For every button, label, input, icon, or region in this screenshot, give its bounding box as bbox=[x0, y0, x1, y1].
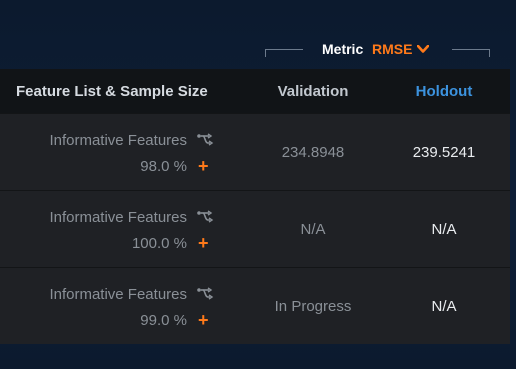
sample-size: 100.0 % bbox=[131, 235, 187, 252]
table-row[interactable]: Informative Features 98.0 % + 234.8948 2… bbox=[0, 113, 510, 190]
metric-selector-bar: Metric RMSE bbox=[265, 36, 490, 60]
table-row[interactable]: Informative Features 99.0 % + In Progres… bbox=[0, 267, 510, 344]
validation-score: 234.8948 bbox=[281, 143, 345, 161]
validation-score: In Progress bbox=[274, 297, 352, 315]
feature-cell: Informative Features 99.0 % + bbox=[0, 268, 248, 344]
metric-label: Metric bbox=[322, 41, 364, 57]
metric-bracket-right bbox=[489, 49, 490, 57]
branch-icon bbox=[197, 287, 214, 300]
feature-list-name: Informative Features bbox=[49, 132, 187, 149]
header-validation[interactable]: Validation bbox=[248, 83, 378, 100]
feature-list-name: Informative Features bbox=[49, 209, 187, 226]
metric-value[interactable]: RMSE bbox=[372, 41, 412, 57]
metric-divider-right bbox=[452, 49, 490, 50]
table-header: Feature List & Sample Size Validation Ho… bbox=[0, 69, 510, 113]
holdout-score: N/A bbox=[431, 297, 457, 315]
sample-size: 99.0 % bbox=[140, 312, 187, 329]
header-feature-list[interactable]: Feature List & Sample Size bbox=[0, 83, 248, 100]
metric-bracket-left bbox=[265, 49, 266, 57]
feature-cell: Informative Features 98.0 % + bbox=[0, 114, 248, 190]
header-holdout[interactable]: Holdout bbox=[378, 83, 510, 100]
branch-icon bbox=[197, 210, 214, 223]
feature-list-name: Informative Features bbox=[49, 286, 187, 303]
holdout-score: 239.5241 bbox=[412, 143, 476, 161]
metric-dropdown[interactable]: RMSE bbox=[372, 41, 430, 57]
leaderboard-table: Feature List & Sample Size Validation Ho… bbox=[0, 69, 510, 344]
feature-cell: Informative Features 100.0 % + bbox=[0, 191, 248, 267]
branch-icon bbox=[197, 133, 214, 146]
table-row[interactable]: Informative Features 100.0 % + N/A N/A bbox=[0, 190, 510, 267]
sample-size: 98.0 % bbox=[140, 158, 187, 175]
holdout-score: N/A bbox=[431, 220, 457, 238]
plus-icon[interactable]: + bbox=[198, 311, 212, 329]
chevron-down-icon[interactable] bbox=[417, 44, 430, 54]
metric-divider-left bbox=[265, 49, 303, 50]
validation-score: N/A bbox=[300, 220, 326, 238]
plus-icon[interactable]: + bbox=[198, 157, 212, 175]
plus-icon[interactable]: + bbox=[198, 234, 212, 252]
